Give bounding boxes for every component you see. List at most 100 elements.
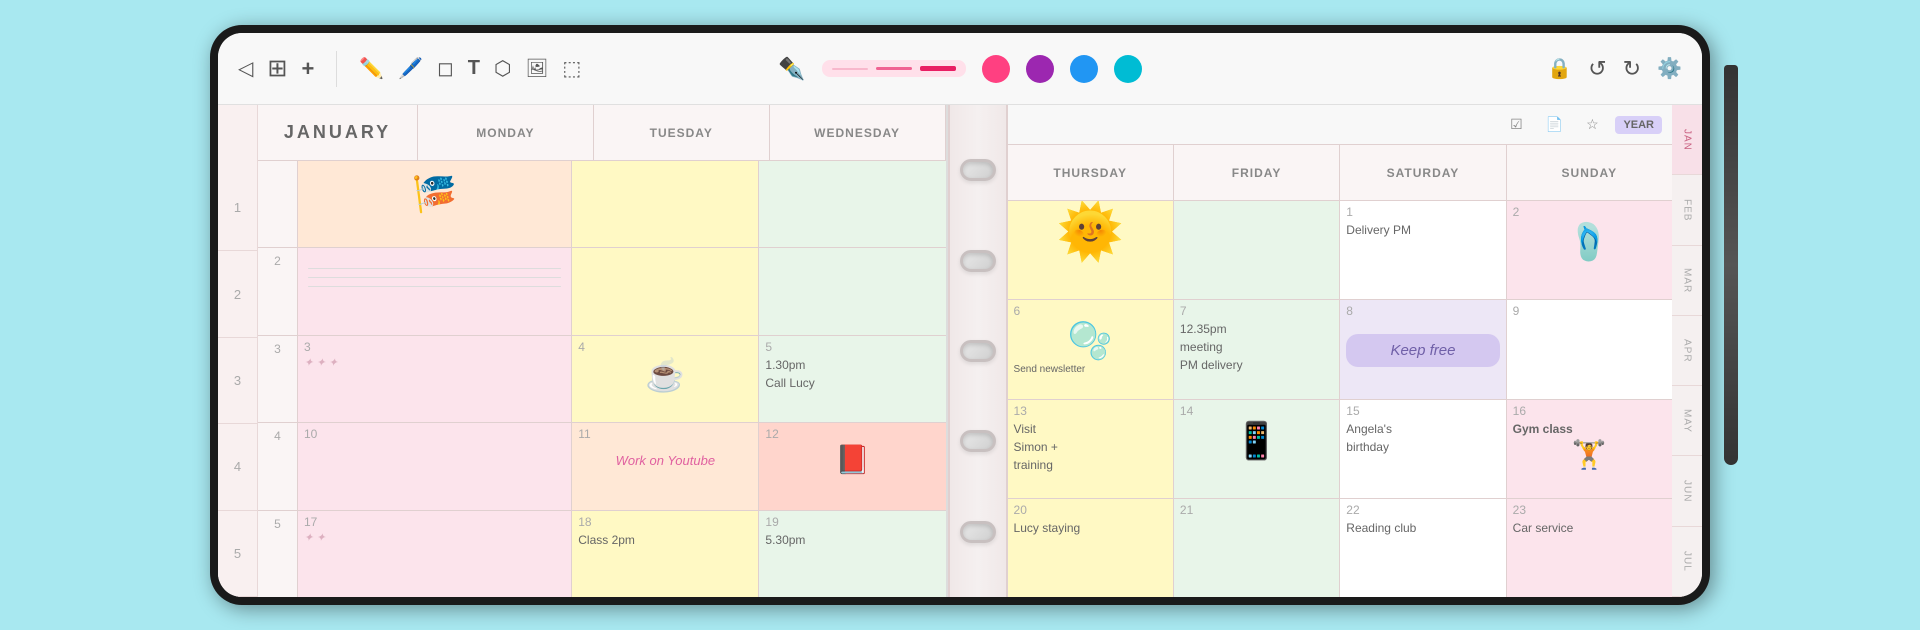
day-header-mon: MONDAY (418, 105, 594, 160)
pencil-icon[interactable]: ✏️ (359, 56, 384, 81)
cell-num-sat-1: 1 (1346, 205, 1499, 219)
cell-num-thu-13: 13 (1014, 404, 1167, 418)
color-swatch-pink[interactable] (982, 55, 1010, 83)
select-icon[interactable]: ⬚ (562, 56, 581, 81)
star-icon[interactable]: ☆ (1577, 113, 1607, 137)
text-icon[interactable]: T (468, 57, 480, 80)
cal-cell-tue-2[interactable] (572, 248, 759, 334)
binding-rings (948, 105, 1008, 597)
ring-2 (960, 250, 996, 272)
gym-class-event: Gym class (1513, 420, 1666, 438)
undo-icon[interactable]: ↺ (1588, 56, 1606, 82)
month-tab-jun[interactable]: JUN (1672, 456, 1702, 526)
month-tab-may[interactable]: MAY (1672, 386, 1702, 456)
ring-5 (960, 521, 996, 543)
shape-icon[interactable]: ⬡ (494, 56, 511, 81)
cal-cell-mon-1[interactable]: 🎏 (298, 161, 572, 247)
cal-cell-wed-5[interactable]: 19 5.30pm (759, 511, 945, 597)
toolbar-center: ✒️ (725, 55, 1196, 83)
eraser-icon[interactable]: ◻ (437, 56, 454, 81)
right-cell-sat-4[interactable]: 22 Reading club (1340, 499, 1506, 597)
redo-icon[interactable]: ↻ (1623, 56, 1641, 82)
washing-machine-sticker: 🫧 (1014, 320, 1167, 362)
right-cell-fri-2[interactable]: 7 12.35pmmeetingPM delivery (1174, 300, 1340, 398)
cal-cell-tue-5[interactable]: 18 Class 2pm (572, 511, 759, 597)
cal-cell-wed-4[interactable]: 12 📕 (759, 423, 945, 509)
sun-sticker: 🌞 (1014, 205, 1167, 259)
faded-writing-2: ✦ ✦ (304, 531, 565, 544)
right-cell-fri-4[interactable]: 21 (1174, 499, 1340, 597)
right-icons-bar: ☑ 📄 ☆ YEAR (1008, 105, 1672, 145)
right-side: ☑ 📄 ☆ YEAR THURSDAY FRIDAY SATURDAY SUND… (1008, 105, 1702, 597)
right-row-2: 6 🫧 Send newsletter 7 12.35pmmeetingPM d… (1008, 300, 1672, 399)
cell-num-sat-8: 8 (1346, 304, 1499, 318)
pen-icon[interactable]: 🖊️ (398, 56, 423, 81)
right-cell-sat-3[interactable]: 15 Angela'sbirthday (1340, 400, 1506, 498)
color-swatch-blue[interactable] (1070, 55, 1098, 83)
line-thin[interactable] (832, 68, 868, 70)
cal-cell-mon-4[interactable]: 10 (298, 423, 572, 509)
right-cell-thu-4[interactable]: 20 Lucy staying (1008, 499, 1174, 597)
month-tab-jul[interactable]: JUL (1672, 527, 1702, 597)
lines-deco (304, 252, 565, 291)
right-cell-sat-1[interactable]: 1 Delivery PM (1340, 201, 1506, 299)
right-row-1: 🌞 1 Delivery PM 2 🩴 (1008, 201, 1672, 300)
cell-num-4: 4 (578, 340, 752, 354)
birthday-event: Angela'sbirthday (1346, 420, 1499, 456)
right-cell-thu-3[interactable]: 13 VisitSimon +training (1008, 400, 1174, 498)
checkbox-icon[interactable]: ☑ (1501, 113, 1531, 137)
lock-icon[interactable]: 🔒 (1547, 56, 1572, 81)
day-header-fri: FRIDAY (1174, 145, 1340, 200)
stylus (1724, 65, 1738, 465)
right-cell-thu-1[interactable]: 🌞 (1008, 201, 1174, 299)
month-label: JANUARY (258, 105, 418, 160)
line-thick[interactable] (920, 66, 956, 71)
month-tab-jan[interactable]: JAN (1672, 105, 1702, 175)
cal-cell-wed-2[interactable] (759, 248, 945, 334)
meeting-event: 12.35pmmeetingPM delivery (1180, 320, 1333, 374)
book-sticker: 📕 (765, 443, 939, 476)
week-num-4: 4 (258, 423, 298, 509)
day-header-wed: WEDNESDAY (770, 105, 946, 160)
ring-4 (960, 430, 996, 452)
cal-cell-mon-3[interactable]: 3 ✦ ✦ ✦ (298, 336, 572, 422)
month-tabs: JAN FEB MAR APR MAY JUN JUL (1672, 105, 1702, 597)
add-icon[interactable]: + (302, 56, 315, 82)
tablet-screen: ◁ ⊞ + ✏️ 🖊️ ◻ T ⬡ 🖼 ⬚ ✒️ (218, 33, 1702, 597)
right-cell-fri-3[interactable]: 14 📱 (1174, 400, 1340, 498)
line-medium[interactable] (876, 67, 912, 70)
week-num-1 (258, 161, 298, 247)
right-cell-thu-2[interactable]: 6 🫧 Send newsletter (1008, 300, 1174, 398)
month-tab-apr[interactable]: APR (1672, 316, 1702, 386)
right-cell-fri-1[interactable] (1174, 201, 1340, 299)
cal-cell-wed-1[interactable] (759, 161, 945, 247)
year-badge[interactable]: YEAR (1615, 116, 1662, 134)
right-cell-sun-2[interactable]: 9 (1507, 300, 1672, 398)
back-icon[interactable]: ◁ (238, 56, 253, 81)
cal-cell-mon-2[interactable] (298, 248, 572, 334)
settings-icon[interactable]: ⚙️ (1657, 56, 1682, 81)
right-cell-sun-4[interactable]: 23 Car service (1507, 499, 1672, 597)
cell-num-18: 18 (578, 515, 752, 529)
faded-text: ✦ ✦ ✦ (304, 356, 565, 369)
right-cell-sat-2[interactable]: 8 Keep free (1340, 300, 1506, 398)
month-tab-mar[interactable]: MAR (1672, 246, 1702, 316)
cal-cell-mon-5[interactable]: 17 ✦ ✦ (298, 511, 572, 597)
cal-cell-wed-3[interactable]: 5 1.30pmCall Lucy (759, 336, 945, 422)
cal-cell-tue-3[interactable]: 4 ☕ (572, 336, 759, 422)
right-cell-sun-3[interactable]: 16 Gym class 🏋️ (1507, 400, 1672, 498)
cal-cell-tue-4[interactable]: 11 Work on Youtube (572, 423, 759, 509)
banner-sticker: 🎏 (304, 165, 565, 223)
toolbar-right: 🔒 ↺ ↻ ⚙️ (1211, 56, 1682, 82)
color-swatch-purple[interactable] (1026, 55, 1054, 83)
week-num-2: 2 (258, 248, 298, 334)
grid-icon[interactable]: ⊞ (267, 54, 287, 83)
cal-cell-tue-1[interactable] (572, 161, 759, 247)
note-icon[interactable]: 📄 (1539, 113, 1569, 137)
color-swatch-teal[interactable] (1114, 55, 1142, 83)
right-cell-sun-1[interactable]: 2 🩴 (1507, 201, 1672, 299)
month-tab-feb[interactable]: FEB (1672, 175, 1702, 245)
pen-right-icon[interactable]: ✒️ (778, 56, 805, 82)
image-icon[interactable]: 🖼 (525, 58, 548, 79)
calendar-right: ☑ 📄 ☆ YEAR THURSDAY FRIDAY SATURDAY SUND… (1008, 105, 1672, 597)
